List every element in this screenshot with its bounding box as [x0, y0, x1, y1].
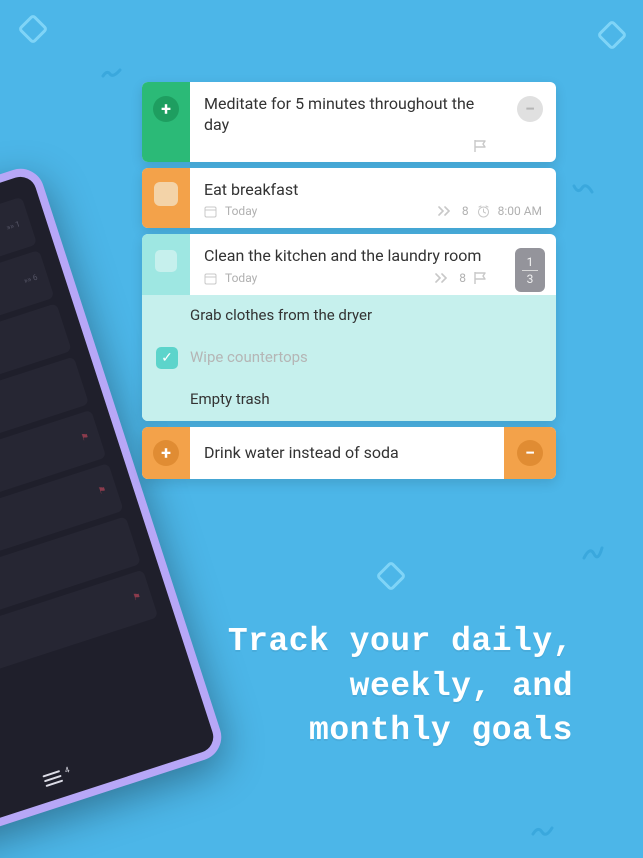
checkbox-empty-icon[interactable]: [156, 389, 178, 411]
deco-diamond: [17, 13, 48, 44]
plus-button[interactable]: +: [142, 427, 190, 479]
streak-icon: [438, 206, 454, 216]
deco-squiggle: [100, 60, 124, 84]
task-title: Clean the kitchen and the laundry room: [204, 246, 490, 267]
checkbox-checked-icon[interactable]: ✓: [156, 347, 178, 369]
alarm-time: 8:00 AM: [498, 204, 542, 218]
minus-button[interactable]: −: [504, 427, 556, 479]
todo-card-kitchen[interactable]: Clean the kitchen and the laundry room T…: [142, 234, 556, 421]
alarm-icon: [477, 205, 490, 218]
streak-icon: [435, 273, 451, 283]
habit-card-meditate[interactable]: + Meditate for 5 minutes throughout the …: [142, 82, 556, 162]
subtask-label: Empty trash: [190, 390, 270, 410]
calendar-icon: [204, 272, 217, 285]
hero-caption: Track your daily, weekly, and monthly go…: [228, 620, 573, 754]
plus-button[interactable]: +: [142, 82, 190, 162]
checkbox-empty-icon: [155, 250, 177, 272]
task-card-list: + Meditate for 5 minutes throughout the …: [142, 82, 556, 479]
minus-icon: −: [517, 96, 543, 122]
streak-count: 8: [462, 204, 469, 218]
checkbox-empty-icon: [154, 182, 178, 206]
habit-card-water[interactable]: + Drink water instead of soda −: [142, 427, 556, 479]
checkbox-button[interactable]: [142, 168, 190, 229]
subtask-item[interactable]: ✓ Wipe countertops: [142, 337, 556, 379]
deco-squiggle: [580, 540, 604, 564]
task-title: Eat breakfast: [204, 180, 542, 201]
deco-squiggle: [530, 820, 554, 844]
flag-icon: [474, 140, 490, 152]
task-meta: Today 8 8:00 AM: [204, 204, 542, 218]
daily-card-breakfast[interactable]: Eat breakfast Today 8 8:00 AM: [142, 168, 556, 229]
flag-icon: [474, 272, 490, 284]
checkbox-button[interactable]: [142, 234, 190, 295]
deco-diamond: [596, 19, 627, 50]
streak-count: 8: [459, 271, 466, 285]
task-meta: Today 8: [204, 271, 490, 285]
task-title: Drink water instead of soda: [204, 443, 490, 464]
progress-counter[interactable]: 1 3: [504, 234, 556, 295]
due-label: Today: [225, 204, 257, 218]
deco-squiggle: [570, 180, 594, 204]
subtask-list: Grab clothes from the dryer ✓ Wipe count…: [142, 295, 556, 421]
plus-icon: +: [153, 440, 179, 466]
subtask-label: Grab clothes from the dryer: [190, 306, 372, 326]
minus-button[interactable]: −: [504, 82, 556, 162]
due-label: Today: [225, 271, 257, 285]
subtask-label: Wipe countertops: [190, 348, 308, 368]
minus-icon: −: [517, 440, 543, 466]
deco-diamond: [375, 560, 406, 591]
calendar-icon: [204, 205, 217, 218]
subtask-item[interactable]: Grab clothes from the dryer: [142, 295, 556, 337]
checkbox-empty-icon[interactable]: [156, 305, 178, 327]
plus-icon: +: [153, 96, 179, 122]
counter-pill: 1 3: [515, 248, 545, 292]
tablet-menu-icon: 4: [41, 765, 74, 792]
subtask-item[interactable]: Empty trash: [142, 379, 556, 421]
task-title: Meditate for 5 minutes throughout the da…: [204, 94, 490, 136]
